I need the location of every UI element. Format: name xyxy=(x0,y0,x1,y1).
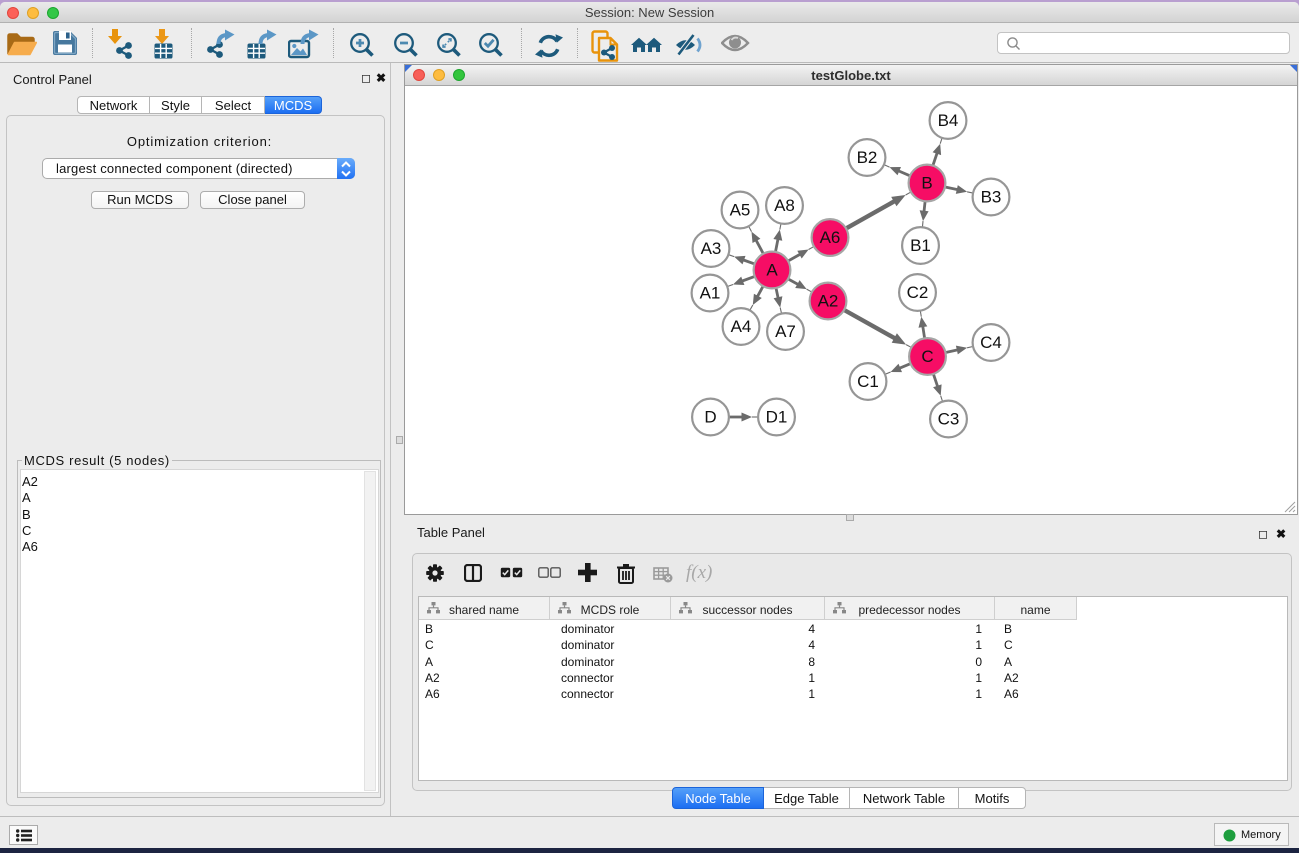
svg-text:B1: B1 xyxy=(910,236,931,255)
svg-text:D1: D1 xyxy=(766,408,788,427)
svg-text:B2: B2 xyxy=(857,148,878,167)
svg-text:A7: A7 xyxy=(775,322,796,341)
svg-text:A2: A2 xyxy=(818,292,839,311)
svg-text:C3: C3 xyxy=(938,410,960,429)
svg-text:A6: A6 xyxy=(820,228,841,247)
svg-text:C1: C1 xyxy=(857,372,879,391)
svg-text:B3: B3 xyxy=(981,188,1002,207)
svg-text:A3: A3 xyxy=(701,239,722,258)
svg-text:C2: C2 xyxy=(907,283,929,302)
svg-text:A8: A8 xyxy=(774,196,795,215)
svg-text:C4: C4 xyxy=(980,333,1002,352)
svg-text:A4: A4 xyxy=(731,317,752,336)
svg-text:D: D xyxy=(704,408,716,427)
svg-text:B: B xyxy=(921,174,932,193)
svg-text:B4: B4 xyxy=(938,111,959,130)
svg-text:A: A xyxy=(766,261,778,280)
svg-text:C: C xyxy=(921,347,933,366)
svg-text:A1: A1 xyxy=(700,284,721,303)
svg-text:A5: A5 xyxy=(730,201,751,220)
